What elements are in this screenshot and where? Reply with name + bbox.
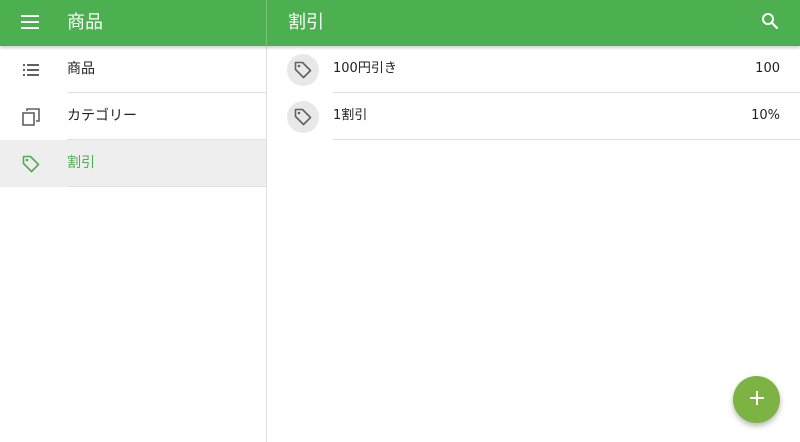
discount-value: 10%: [751, 108, 780, 123]
list-item[interactable]: 1割引 10%: [267, 93, 800, 140]
sidebar: 商品 カテゴリー 割引: [0, 46, 267, 442]
app-bar: 商品 割引: [0, 0, 800, 46]
plus-icon: [749, 390, 764, 409]
search-button[interactable]: [756, 10, 784, 36]
discount-name: 1割引: [333, 108, 368, 123]
page-title: 割引: [288, 12, 324, 33]
divider: [333, 139, 800, 140]
sidebar-item-label: 割引: [67, 155, 95, 171]
sidebar-item-discounts[interactable]: 割引: [0, 140, 266, 187]
sidebar-item-label: カテゴリー: [67, 108, 137, 124]
sidebar-item-categories[interactable]: カテゴリー: [0, 93, 266, 140]
copy-icon: [20, 106, 42, 128]
tag-icon: [287, 101, 319, 133]
divider: [67, 186, 266, 187]
discount-value: 100: [755, 61, 780, 76]
search-icon: [761, 12, 779, 34]
discount-list: 100円引き 100 1割引 10%: [267, 46, 800, 442]
sidebar-item-label: 商品: [67, 61, 95, 77]
sidebar-item-products[interactable]: 商品: [0, 46, 266, 93]
add-discount-button[interactable]: [733, 376, 780, 423]
menu-button[interactable]: [14, 10, 46, 36]
list-item[interactable]: 100円引き 100: [267, 46, 800, 93]
sidebar-title: 商品: [67, 12, 103, 33]
list-icon: [20, 59, 42, 81]
tag-icon: [20, 153, 42, 175]
menu-icon: [21, 14, 39, 33]
appbar-divider: [266, 0, 267, 46]
tag-icon: [287, 54, 319, 86]
discount-name: 100円引き: [333, 61, 397, 76]
